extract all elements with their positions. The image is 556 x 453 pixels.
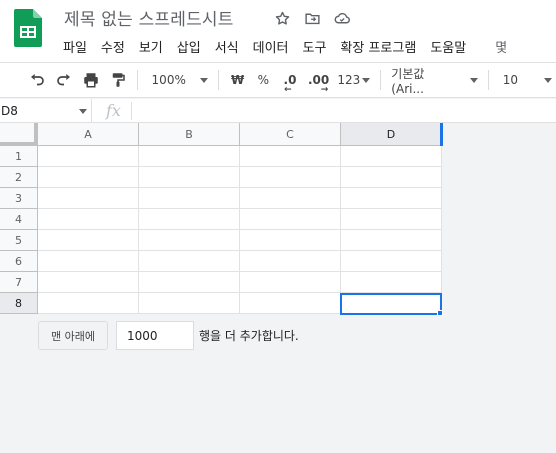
row-gridline (38, 208, 442, 209)
toolbar-divider (380, 70, 382, 90)
menu-tools[interactable]: 도구 (296, 34, 334, 59)
star-icon[interactable] (272, 8, 292, 28)
spreadsheet-app: 제목 없는 스프레드시트 파일 수정 보기 삽입 서식 데이터 도구 확장 프로… (0, 0, 556, 453)
chevron-down-icon (362, 77, 371, 83)
redo-icon[interactable] (52, 66, 78, 94)
add-rows-button[interactable]: 맨 아래에 (38, 321, 108, 350)
chevron-down-icon (469, 77, 478, 83)
cell-area[interactable] (38, 146, 443, 316)
column-gridline (239, 146, 240, 314)
add-rows-label: 행을 더 추가합니다. (198, 329, 299, 343)
add-rows-panel: 맨 아래에 1000 행을 더 추가합니다. (38, 321, 299, 350)
row-header-4[interactable]: 4 (0, 209, 38, 230)
select-all-corner[interactable] (0, 123, 38, 146)
row-gridline (38, 229, 442, 230)
formula-input[interactable] (132, 99, 556, 123)
name-box[interactable]: D8 (0, 98, 92, 123)
percent-format-button[interactable]: % (251, 66, 277, 94)
more-formats-button[interactable]: 123 (333, 66, 374, 94)
arrow-left-icon: ← (284, 85, 292, 95)
currency-format-button[interactable]: ₩ (225, 66, 251, 94)
row-header-1[interactable]: 1 (0, 146, 38, 167)
fill-handle[interactable] (437, 310, 443, 316)
row-header-3[interactable]: 3 (0, 188, 38, 209)
column-gridline (340, 146, 341, 314)
font-family-select[interactable]: 기본값 (Ari... (387, 66, 481, 96)
more-formats-label: 123 (337, 73, 361, 87)
row-header-5[interactable]: 5 (0, 230, 38, 251)
move-folder-icon[interactable] (302, 8, 322, 28)
add-rows-count-input[interactable]: 1000 (115, 321, 194, 350)
row-gridline (38, 271, 442, 272)
zoom-select[interactable]: 100% (144, 66, 212, 94)
row-gridline (38, 250, 442, 251)
column-header-d[interactable]: D (341, 123, 443, 146)
menu-file[interactable]: 파일 (56, 34, 94, 59)
decrease-decimal-button[interactable]: .0 ← (276, 66, 304, 95)
column-header-c[interactable]: C (240, 123, 341, 146)
row-gridline (38, 166, 442, 167)
function-icon: fx (106, 101, 121, 120)
menu-edit[interactable]: 수정 (94, 34, 132, 59)
chevron-down-icon (79, 108, 87, 114)
name-box-value: D8 (1, 103, 18, 118)
undo-icon[interactable] (22, 66, 52, 94)
row-gridline (38, 187, 442, 188)
zoom-value: 100% (151, 73, 186, 87)
column-gridline (138, 146, 139, 314)
toolbar: 100% ₩ % .0 ← .00 → 123 기본값 (Ari... 10 (0, 62, 556, 98)
row-header-6[interactable]: 6 (0, 251, 38, 272)
font-size-select[interactable]: 10 (495, 66, 556, 94)
font-size-value: 10 (502, 73, 518, 87)
menu-format[interactable]: 서식 (208, 34, 246, 59)
row-header-2[interactable]: 2 (0, 167, 38, 188)
menu-view[interactable]: 보기 (132, 34, 170, 59)
selected-cell-d8[interactable] (340, 293, 442, 315)
title-actions (272, 8, 352, 28)
toolbar-divider (487, 70, 489, 90)
cloud-saved-icon[interactable] (332, 8, 352, 28)
column-gridline (441, 146, 442, 314)
app-header: 제목 없는 스프레드시트 파일 수정 보기 삽입 서식 데이터 도구 확장 프로… (0, 0, 556, 62)
sheets-logo-icon[interactable] (14, 9, 42, 47)
row-header-7[interactable]: 7 (0, 272, 38, 293)
toolbar-divider (136, 70, 138, 90)
formula-bar: D8 fx (0, 98, 556, 123)
chevron-down-icon (199, 77, 208, 83)
font-family-value: 기본값 (Ari... (391, 66, 425, 96)
toolbar-divider (217, 70, 219, 90)
chevron-down-icon (543, 77, 552, 83)
arrow-right-icon: → (320, 85, 329, 95)
column-header-a[interactable]: A (38, 123, 139, 146)
menu-overflow[interactable]: 몇 (473, 34, 514, 59)
menu-insert[interactable]: 삽입 (170, 34, 208, 59)
increase-decimal-button[interactable]: .00 → (304, 66, 334, 95)
menu-help[interactable]: 도움말 (423, 34, 473, 59)
menu-extensions[interactable]: 확장 프로그램 (333, 34, 423, 59)
document-title[interactable]: 제목 없는 스프레드시트 (64, 5, 234, 30)
menu-bar: 파일 수정 보기 삽입 서식 데이터 도구 확장 프로그램 도움말 몇 (56, 34, 514, 59)
row-header-8[interactable]: 8 (0, 293, 38, 314)
paint-format-icon[interactable] (105, 66, 131, 94)
print-icon[interactable] (77, 66, 105, 94)
menu-data[interactable]: 데이터 (246, 34, 296, 59)
column-header-b[interactable]: B (139, 123, 240, 146)
